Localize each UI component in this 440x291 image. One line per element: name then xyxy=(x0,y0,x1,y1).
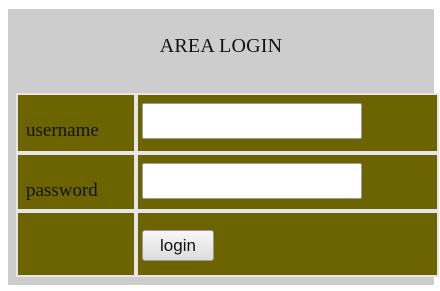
password-input[interactable] xyxy=(142,163,362,199)
username-input[interactable] xyxy=(142,103,362,139)
login-panel: AREA LOGIN username password login xyxy=(8,9,439,285)
password-input-cell xyxy=(138,155,437,209)
login-form-table: username password login xyxy=(16,93,439,277)
login-button[interactable]: login xyxy=(142,230,214,261)
login-title: AREA LOGIN xyxy=(159,35,283,57)
username-input-cell xyxy=(138,95,437,151)
empty-label-cell xyxy=(18,213,134,275)
login-button-cell: login xyxy=(138,213,437,275)
username-label-cell: username xyxy=(18,95,134,151)
password-label: password xyxy=(26,180,98,201)
password-label-cell: password xyxy=(18,155,134,209)
username-label: username xyxy=(26,120,99,141)
